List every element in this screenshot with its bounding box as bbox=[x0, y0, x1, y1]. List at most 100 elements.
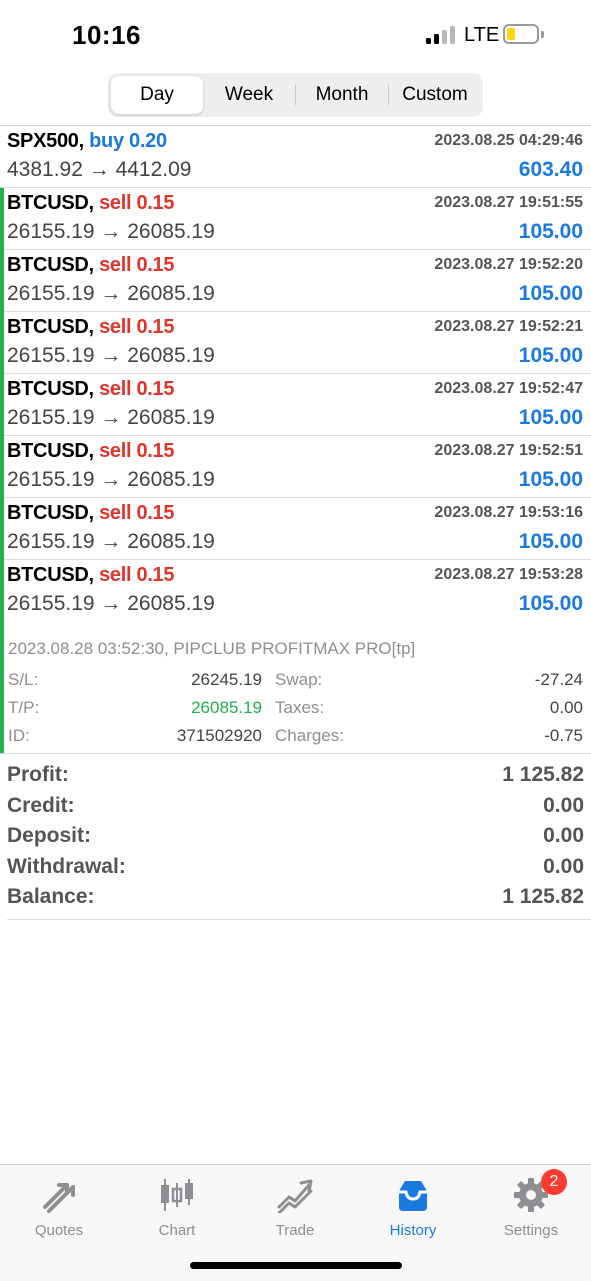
summary-label: Balance: bbox=[7, 885, 95, 908]
trade-row[interactable]: BTCUSD, sell 0.15 2023.08.27 19:52:21 26… bbox=[0, 312, 591, 374]
trade-symbol: BTCUSD, bbox=[7, 378, 94, 400]
trade-prices: 26155.19 → 26085.19 bbox=[7, 530, 215, 553]
trade-side: sell 0.15 bbox=[99, 502, 175, 524]
trade-profit: 105.00 bbox=[518, 282, 583, 305]
trade-symbol: BTCUSD, bbox=[7, 316, 94, 338]
trade-row[interactable]: BTCUSD, sell 0.15 2023.08.27 19:52:51 26… bbox=[0, 436, 591, 498]
trade-datetime: 2023.08.27 19:52:51 bbox=[434, 442, 583, 459]
summary-credit: Credit: 0.00 bbox=[7, 791, 584, 822]
trade-profit: 603.40 bbox=[518, 158, 583, 181]
trade-side: sell 0.15 bbox=[99, 254, 175, 276]
trade-prices: 26155.19 → 26085.19 bbox=[7, 468, 215, 491]
tab-chart[interactable]: Chart bbox=[118, 1173, 236, 1243]
summary-label: Credit: bbox=[7, 793, 75, 817]
battery-icon bbox=[503, 24, 539, 44]
trade-side: buy 0.20 bbox=[89, 130, 167, 152]
trade-side: sell 0.15 bbox=[99, 378, 175, 400]
notification-badge: 2 bbox=[541, 1169, 567, 1195]
trade-prices: 26155.19 → 26085.19 bbox=[7, 406, 215, 429]
summary-label: Profit: bbox=[7, 763, 69, 786]
id-value: 371502920 bbox=[176, 726, 262, 745]
trade-datetime: 2023.08.27 19:53:16 bbox=[434, 504, 583, 521]
tab-day[interactable]: Day bbox=[111, 76, 203, 114]
trade-row[interactable]: SPX500, buy 0.20 2023.08.25 04:29:46 438… bbox=[0, 126, 591, 188]
trade-prices: 26155.19 → 26085.19 bbox=[7, 282, 215, 305]
trade-datetime: 2023.08.25 04:29:46 bbox=[434, 132, 583, 149]
charges-value: -0.75 bbox=[544, 726, 583, 745]
trade-prices: 26155.19 → 26085.19 bbox=[7, 592, 215, 615]
cellular-signal-icon bbox=[426, 26, 456, 44]
tab-settings[interactable]: Settings bbox=[472, 1173, 590, 1243]
status-bar: 10:16 LTE bbox=[0, 0, 591, 70]
trade-trend-icon bbox=[277, 1179, 313, 1213]
home-indicator[interactable] bbox=[190, 1262, 402, 1269]
trade-row[interactable]: BTCUSD, sell 0.15 2023.08.27 19:52:20 26… bbox=[0, 250, 591, 312]
tp-label: T/P: bbox=[8, 698, 40, 717]
tab-quotes[interactable]: Quotes bbox=[0, 1173, 118, 1243]
taxes-value: 0.00 bbox=[549, 698, 583, 717]
account-summary: Profit: 1 125.82 Credit: 0.00 Deposit: 0… bbox=[7, 760, 584, 913]
tab-trade[interactable]: Trade bbox=[236, 1173, 354, 1243]
trade-datetime: 2023.08.27 19:51:55 bbox=[434, 194, 583, 211]
trade-prices: 4381.92 → 4412.09 bbox=[7, 158, 192, 181]
summary-withdrawal: Withdrawal: 0.00 bbox=[7, 852, 584, 883]
tab-label: Chart bbox=[158, 1222, 196, 1239]
summary-value: 0.00 bbox=[543, 854, 584, 878]
trade-comment: 2023.08.28 03:52:30, PIPCLUB PROFITMAX P… bbox=[8, 639, 416, 658]
summary-value: 1 125.82 bbox=[502, 763, 584, 786]
trade-history-list: SPX500, buy 0.20 2023.08.25 04:29:46 438… bbox=[0, 126, 591, 754]
summary-value: 0.00 bbox=[543, 793, 584, 817]
summary-balance: Balance: 1 125.82 bbox=[7, 882, 584, 913]
trade-datetime: 2023.08.27 19:52:20 bbox=[434, 256, 583, 273]
summary-label: Deposit: bbox=[7, 824, 91, 847]
swap-value: -27.24 bbox=[534, 670, 583, 689]
summary-label: Withdrawal: bbox=[7, 854, 126, 878]
trade-datetime: 2023.08.27 19:52:47 bbox=[434, 380, 583, 397]
summary-deposit: Deposit: 0.00 bbox=[7, 821, 584, 852]
tab-label: History bbox=[389, 1222, 437, 1239]
candlestick-chart-icon bbox=[161, 1179, 193, 1211]
trade-datetime: 2023.08.27 19:52:21 bbox=[434, 318, 583, 335]
trade-row[interactable]: BTCUSD, sell 0.15 2023.08.27 19:53:16 26… bbox=[0, 498, 591, 560]
trade-row[interactable]: BTCUSD, sell 0.15 2023.08.27 19:52:47 26… bbox=[0, 374, 591, 436]
sl-value: 26245.19 bbox=[191, 670, 262, 689]
summary-value: 1 125.82 bbox=[502, 885, 584, 908]
tab-custom[interactable]: Custom bbox=[389, 73, 481, 117]
trade-prices: 26155.19 → 26085.19 bbox=[7, 220, 215, 243]
tab-month[interactable]: Month bbox=[296, 73, 388, 117]
trade-profit: 105.00 bbox=[518, 406, 583, 429]
tab-week[interactable]: Week bbox=[203, 73, 295, 117]
trade-side: sell 0.15 bbox=[99, 564, 175, 586]
trade-symbol: BTCUSD, bbox=[7, 254, 94, 276]
period-selector: Day Week Month Custom bbox=[108, 73, 483, 117]
tab-history[interactable]: History bbox=[354, 1173, 472, 1243]
tab-label: Settings bbox=[503, 1222, 559, 1239]
trade-profit: 105.00 bbox=[518, 220, 583, 243]
trade-side: sell 0.15 bbox=[99, 440, 175, 462]
trade-side: sell 0.15 bbox=[99, 192, 175, 214]
clock: 10:16 bbox=[72, 20, 141, 50]
history-inbox-icon bbox=[399, 1181, 427, 1211]
trade-symbol: BTCUSD, bbox=[7, 192, 94, 214]
trade-prices: 26155.19 → 26085.19 bbox=[7, 344, 215, 367]
trade-symbol: BTCUSD, bbox=[7, 564, 94, 586]
trade-profit: 105.00 bbox=[518, 592, 583, 615]
trade-datetime: 2023.08.27 19:53:28 bbox=[434, 566, 583, 583]
trade-profit: 105.00 bbox=[518, 344, 583, 367]
trade-side: sell 0.15 bbox=[99, 316, 175, 338]
trade-symbol: BTCUSD, bbox=[7, 440, 94, 462]
trade-row[interactable]: BTCUSD, sell 0.15 2023.08.27 19:51:55 26… bbox=[0, 188, 591, 250]
network-type: LTE bbox=[464, 24, 500, 46]
taxes-label: Taxes: bbox=[275, 698, 325, 717]
trade-row-expanded[interactable]: BTCUSD, sell 0.15 2023.08.27 19:53:28 26… bbox=[0, 560, 591, 754]
tab-label: Quotes bbox=[34, 1222, 84, 1239]
summary-value: 0.00 bbox=[543, 824, 584, 847]
tab-label: Trade bbox=[275, 1222, 315, 1239]
id-label: ID: bbox=[8, 726, 30, 745]
divider bbox=[7, 919, 591, 920]
trade-symbol: SPX500, bbox=[7, 130, 84, 152]
tp-value: 26085.19 bbox=[191, 698, 262, 717]
sl-label: S/L: bbox=[8, 670, 39, 689]
trade-profit: 105.00 bbox=[518, 468, 583, 491]
trade-symbol: BTCUSD, bbox=[7, 502, 94, 524]
